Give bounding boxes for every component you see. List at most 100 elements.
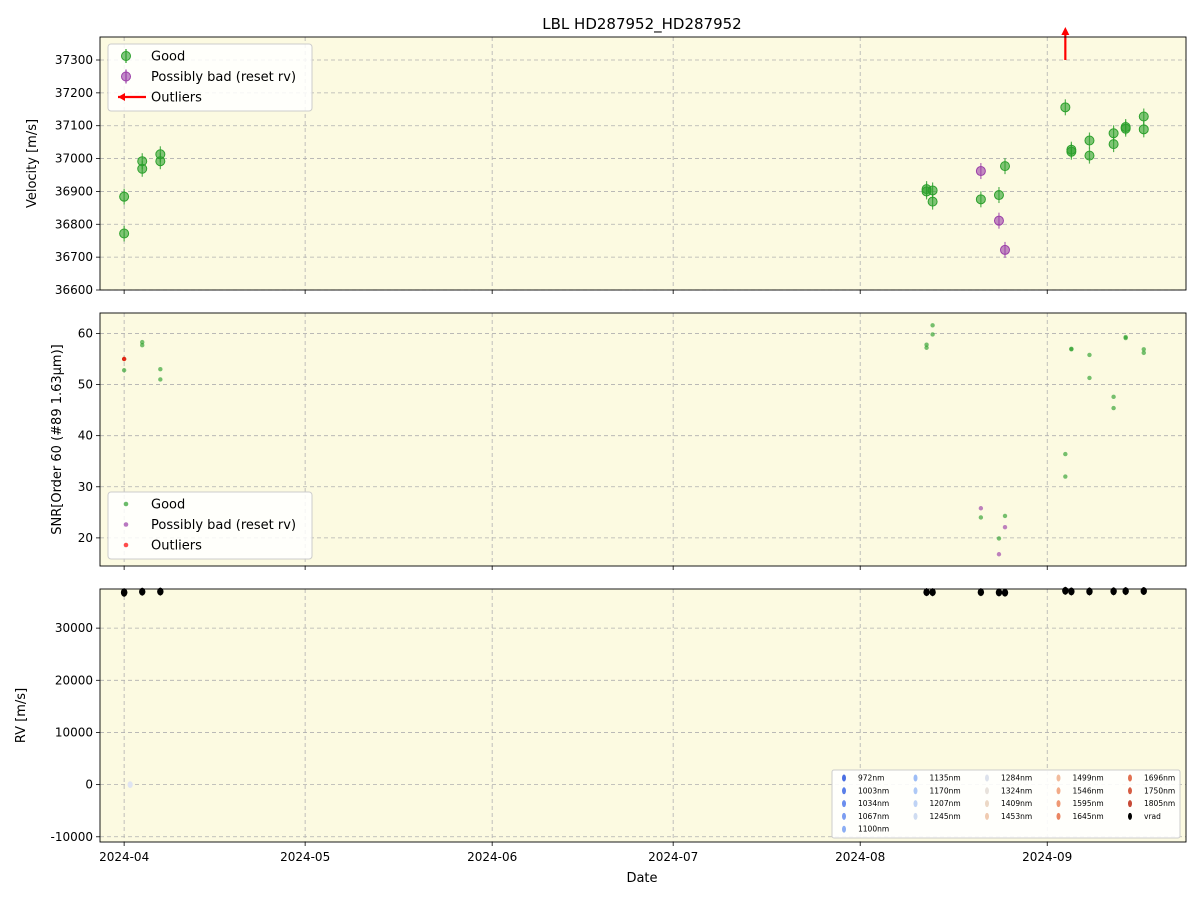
snr-point bbox=[1002, 524, 1008, 530]
y-tick-label: 36600 bbox=[55, 283, 93, 297]
snr-point bbox=[978, 515, 984, 520]
legend-label: 1207nm bbox=[930, 799, 961, 808]
legend-marker bbox=[913, 774, 918, 782]
y-tick-label: 37000 bbox=[55, 152, 93, 166]
rv-point bbox=[120, 588, 128, 597]
legend-marker bbox=[1056, 800, 1061, 808]
snr-point bbox=[996, 552, 1002, 557]
y-tick-label: 20 bbox=[78, 531, 93, 545]
y-tick-label: 20000 bbox=[55, 673, 93, 687]
y-tick-label: 36700 bbox=[55, 250, 93, 264]
rv-point bbox=[1062, 586, 1069, 595]
x-tick-label: 2024-06 bbox=[467, 850, 517, 864]
y-tick-label: 10000 bbox=[55, 725, 93, 739]
x-axis-label: Date bbox=[626, 871, 657, 886]
legend-label: 972nm bbox=[858, 774, 884, 783]
outlier-arrow-head bbox=[1061, 27, 1070, 35]
rv-point bbox=[1122, 587, 1129, 595]
legend-label: Good bbox=[151, 50, 185, 65]
y-tick-label: 36900 bbox=[55, 184, 93, 198]
x-tick-label: 2024-07 bbox=[648, 850, 698, 864]
rv-point bbox=[977, 588, 985, 596]
legend-marker bbox=[1056, 787, 1061, 795]
snr-point bbox=[1069, 347, 1074, 352]
legend-marker bbox=[985, 774, 989, 782]
rv-point-faint bbox=[127, 781, 133, 789]
legend-label: Possibly bad (reset rv) bbox=[151, 70, 296, 85]
y-tick-label: 30 bbox=[78, 480, 93, 494]
y-tick-label: 60 bbox=[78, 326, 93, 340]
y-tick-label: 0 bbox=[85, 778, 93, 792]
y-axis-label: RV [m/s] bbox=[14, 688, 29, 743]
legend-label: 1100nm bbox=[858, 825, 889, 834]
legend: Good Possibly bad (reset rv) Outliers bbox=[107, 43, 313, 112]
panel-velocity: 36600 36700 36800 36900 37000 37100 37200 37300… bbox=[25, 27, 1187, 297]
legend-marker bbox=[1128, 800, 1132, 808]
y-tick-label: 40 bbox=[78, 429, 93, 443]
legend-marker bbox=[842, 825, 846, 833]
legend-label: 1645nm bbox=[1073, 812, 1104, 821]
legend-label: 1067nm bbox=[858, 812, 889, 821]
y-tick-label: -10000 bbox=[50, 830, 93, 844]
y-tick-label: 37200 bbox=[55, 86, 93, 100]
legend-label: Good bbox=[151, 498, 185, 513]
legend-marker bbox=[121, 71, 131, 82]
legend: Good Possibly bad (reset rv) Outliers bbox=[107, 491, 313, 560]
legend-marker bbox=[913, 800, 918, 808]
legend: 972nm 1003nm 1034nm 1067nm 1100nm 1135nm 1170n… bbox=[831, 769, 1181, 839]
snr-point bbox=[1063, 451, 1068, 457]
velocity-point bbox=[1138, 124, 1149, 135]
snr-point bbox=[978, 506, 984, 511]
chart-title: LBL HD287952_HD287952 bbox=[542, 15, 741, 34]
legend-label: 1499nm bbox=[1073, 774, 1104, 783]
legend-marker bbox=[1128, 787, 1132, 795]
snr-point bbox=[1111, 394, 1116, 400]
snr-point bbox=[996, 536, 1002, 541]
snr-point bbox=[924, 342, 929, 347]
panel-snr: 20 30 40 50 60 SNR[Order 60 (#89 1.63μm)] Good… bbox=[50, 312, 1187, 570]
rv-point bbox=[1140, 587, 1147, 595]
legend-marker bbox=[985, 800, 989, 808]
snr-point bbox=[1141, 350, 1146, 356]
velocity-point bbox=[927, 185, 938, 196]
legend-marker bbox=[842, 787, 846, 795]
velocity-point bbox=[1000, 244, 1010, 255]
legend-marker bbox=[842, 774, 846, 782]
legend-label: 1696nm bbox=[1144, 774, 1175, 783]
legend-marker bbox=[1056, 774, 1061, 782]
rv-point bbox=[1001, 588, 1009, 597]
legend-marker bbox=[123, 542, 129, 548]
snr-point bbox=[1002, 513, 1008, 519]
legend-label: 1805nm bbox=[1144, 799, 1175, 808]
snr-point bbox=[1123, 335, 1128, 341]
snr-point bbox=[158, 367, 163, 372]
panel-rv: 2024-04 2024-05 2024-06 2024-07 2024-08 2024-… bbox=[14, 586, 1187, 864]
legend-label: Outliers bbox=[151, 539, 202, 554]
x-tick-label: 2024-05 bbox=[280, 850, 330, 864]
legend-marker bbox=[913, 812, 918, 820]
legend-label: 1245nm bbox=[930, 812, 961, 821]
snr-point bbox=[140, 339, 145, 345]
figure: LBL HD287952_HD287952 36600 36700 36800 369… bbox=[14, 15, 1187, 886]
legend-marker bbox=[985, 812, 989, 820]
legend-marker bbox=[123, 522, 129, 527]
legend-label: 1595nm bbox=[1073, 799, 1104, 808]
velocity-point bbox=[1120, 123, 1131, 134]
legend-label: 1135nm bbox=[930, 774, 961, 783]
legend-label: 1324nm bbox=[1001, 786, 1032, 795]
velocity-point bbox=[1138, 111, 1149, 122]
snr-point bbox=[158, 377, 163, 382]
legend-marker bbox=[1128, 812, 1132, 820]
velocity-point bbox=[137, 156, 148, 167]
y-tick-label: 37300 bbox=[55, 53, 93, 67]
legend-marker bbox=[121, 51, 131, 61]
snr-point bbox=[1087, 352, 1092, 358]
legend-marker bbox=[1056, 812, 1061, 820]
velocity-point bbox=[975, 166, 986, 177]
velocity-point bbox=[975, 194, 986, 205]
legend-marker bbox=[123, 501, 129, 507]
legend-label: 1003nm bbox=[858, 786, 889, 795]
velocity-point bbox=[155, 149, 166, 160]
velocity-point bbox=[927, 196, 938, 207]
snr-point bbox=[930, 332, 935, 337]
